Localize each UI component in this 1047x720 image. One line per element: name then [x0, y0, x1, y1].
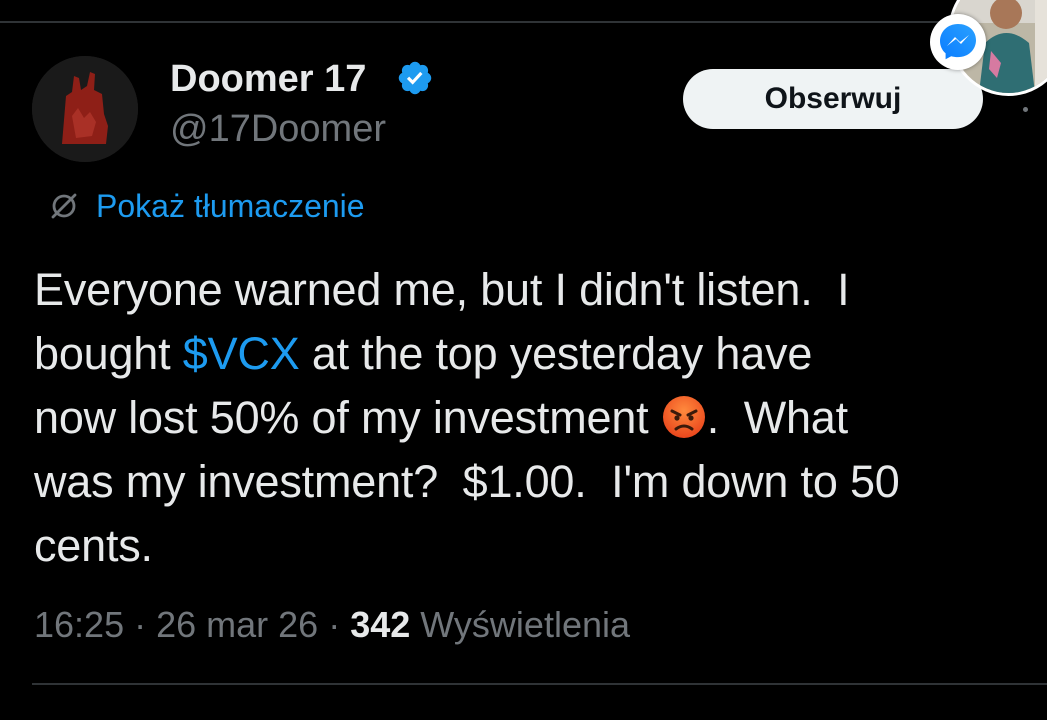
show-translation-row[interactable]: Pokaż tłumaczenie	[46, 186, 365, 226]
tweet-date[interactable]: 26 mar 26	[156, 604, 318, 645]
translate-globe-icon	[51, 193, 77, 219]
show-translation-link[interactable]: Pokaż tłumaczenie	[96, 188, 365, 225]
meta-separator: ·	[124, 604, 157, 645]
meta-separator: ·	[318, 604, 351, 645]
user-handle[interactable]: @17Doomer	[170, 106, 386, 152]
messenger-chat-head[interactable]	[930, 0, 1047, 100]
messenger-icon	[930, 14, 986, 70]
views-count[interactable]: 342	[350, 604, 410, 645]
views-label: Wyświetlenia	[410, 604, 631, 645]
angry-face-emoji-icon	[662, 396, 705, 438]
avatar-image	[32, 56, 138, 162]
top-divider	[0, 21, 1047, 23]
cashtag-link[interactable]: $VCX	[183, 328, 300, 379]
more-options-icon[interactable]	[1023, 107, 1028, 112]
tweet-meta: 16:25 · 26 mar 26 · 342 Wyświetlenia	[34, 600, 630, 650]
tweet-text: Everyone warned me, but I didn't listen.…	[34, 258, 1039, 578]
tweet-time[interactable]: 16:25	[34, 604, 124, 645]
avatar[interactable]	[32, 56, 138, 162]
verified-badge-icon	[398, 61, 432, 95]
bottom-divider	[32, 683, 1047, 685]
display-name[interactable]: Doomer 17	[170, 56, 366, 102]
